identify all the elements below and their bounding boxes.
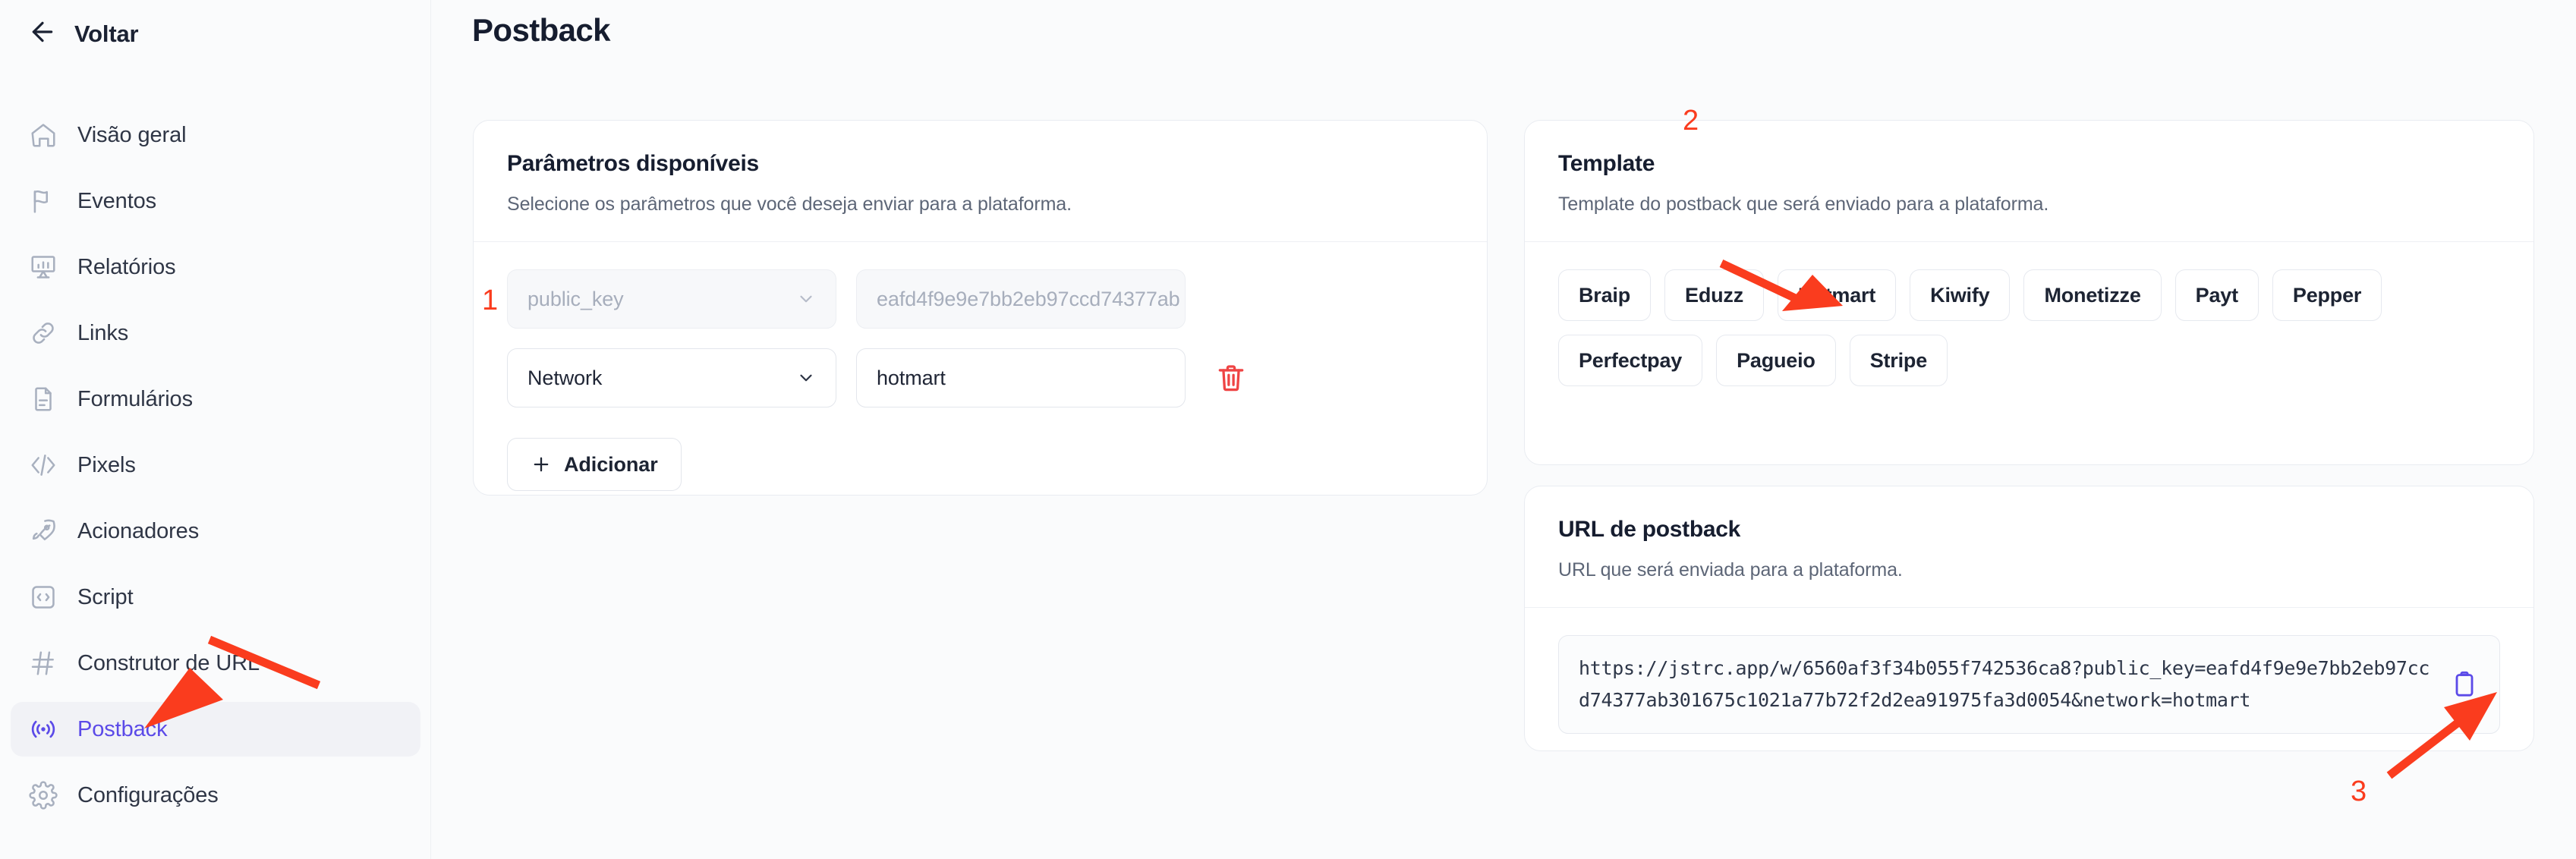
main-content: Postback Parâmetros disponíveis Selecion… bbox=[431, 0, 2576, 859]
app-root: Voltar Visão geral Eventos Relatórios Li… bbox=[0, 0, 2576, 859]
template-chip-hotmart[interactable]: Hotmart bbox=[1778, 269, 1897, 321]
template-chip-list: Braip Eduzz Hotmart Kiwify Monetizze Pay… bbox=[1558, 269, 2454, 386]
sidebar-item-label: Visão geral bbox=[77, 122, 187, 147]
sidebar-item-pixels[interactable]: Pixels bbox=[11, 438, 420, 492]
template-chip-monetizze[interactable]: Monetizze bbox=[2023, 269, 2162, 321]
back-button[interactable]: Voltar bbox=[27, 17, 139, 51]
sidebar-item-links[interactable]: Links bbox=[11, 306, 420, 360]
parameter-key-select[interactable]: Network bbox=[507, 348, 836, 407]
sidebar-item-label: Links bbox=[77, 320, 129, 345]
sidebar-item-script[interactable]: Script bbox=[11, 570, 420, 625]
gear-icon bbox=[29, 781, 58, 810]
plus-icon bbox=[531, 454, 552, 475]
card-header: URL de postback URL que será enviada par… bbox=[1525, 486, 2533, 608]
sidebar-item-visao-geral[interactable]: Visão geral bbox=[11, 108, 420, 162]
sidebar-item-label: Script bbox=[77, 584, 134, 609]
page-title: Postback bbox=[472, 12, 611, 48]
sidebar-item-eventos[interactable]: Eventos bbox=[11, 174, 420, 228]
parameter-value-input: eafd4f9e9e7bb2eb97ccd74377ab bbox=[856, 269, 1186, 329]
card-subtitle: Template do postback que será enviado pa… bbox=[1558, 194, 2049, 215]
postback-url-card: URL de postback URL que será enviada par… bbox=[1524, 486, 2534, 751]
available-parameters-card: Parâmetros disponíveis Selecione os parâ… bbox=[473, 120, 1488, 496]
sidebar-item-label: Construtor de URL bbox=[77, 650, 260, 675]
parameter-row: Network hotmart bbox=[507, 348, 1453, 407]
template-chip-payt[interactable]: Payt bbox=[2174, 269, 2259, 321]
flag-icon bbox=[29, 187, 58, 216]
card-title: Template bbox=[1558, 151, 1655, 176]
home-icon bbox=[29, 121, 58, 149]
parameter-value-text: hotmart bbox=[877, 366, 946, 389]
card-header: Template Template do postback que será e… bbox=[1525, 121, 2533, 242]
sidebar-item-construtor-de-url[interactable]: Construtor de URL bbox=[11, 636, 420, 691]
annotation-marker-2: 2 bbox=[1683, 105, 1699, 137]
template-chip-perfectpay[interactable]: Perfectpay bbox=[1558, 335, 1703, 386]
template-chip-kiwify[interactable]: Kiwify bbox=[1910, 269, 2011, 321]
postback-url-text: https://jstrc.app/w/6560af3f34b055f74253… bbox=[1579, 657, 2430, 711]
code-slash-icon bbox=[29, 451, 58, 480]
card-subtitle: Selecione os parâmetros que você deseja … bbox=[507, 194, 1072, 215]
card-title: URL de postback bbox=[1558, 517, 1740, 542]
card-subtitle: URL que será enviada para a plataforma. bbox=[1558, 559, 1903, 581]
add-parameter-button[interactable]: Adicionar bbox=[507, 438, 682, 491]
parameter-value-text: eafd4f9e9e7bb2eb97ccd74377ab bbox=[877, 287, 1180, 310]
chevron-down-icon bbox=[796, 289, 816, 309]
card-header: Parâmetros disponíveis Selecione os parâ… bbox=[474, 121, 1487, 242]
sidebar-nav: Visão geral Eventos Relatórios Links For… bbox=[11, 108, 420, 834]
sidebar-item-formularios[interactable]: Formulários bbox=[11, 372, 420, 426]
broadcast-icon bbox=[29, 715, 58, 744]
document-icon bbox=[29, 385, 58, 414]
sidebar-item-label: Formulários bbox=[77, 386, 193, 411]
presentation-chart-icon bbox=[29, 253, 58, 282]
sidebar-item-configuracoes[interactable]: Configurações bbox=[11, 768, 420, 823]
rocket-icon bbox=[29, 517, 58, 546]
annotation-marker-3: 3 bbox=[2351, 776, 2367, 807]
sidebar-item-label: Acionadores bbox=[77, 518, 200, 543]
sidebar-item-label: Eventos bbox=[77, 188, 157, 213]
code-box-icon bbox=[29, 583, 58, 612]
parameter-key-select: public_key bbox=[507, 269, 836, 329]
template-chip-braip[interactable]: Braip bbox=[1558, 269, 1652, 321]
card-body: public_key eafd4f9e9e7bb2eb97ccd74377ab … bbox=[474, 242, 1487, 521]
card-body: https://jstrc.app/w/6560af3f34b055f74253… bbox=[1525, 608, 2533, 764]
parameter-key-value: public_key bbox=[527, 287, 624, 310]
template-chip-stripe[interactable]: Stripe bbox=[1849, 335, 1948, 386]
add-parameter-label: Adicionar bbox=[564, 452, 658, 476]
back-label: Voltar bbox=[74, 20, 139, 47]
postback-url-box: https://jstrc.app/w/6560af3f34b055f74253… bbox=[1558, 635, 2500, 734]
annotation-marker-1: 1 bbox=[482, 285, 499, 316]
link-icon bbox=[29, 319, 58, 348]
delete-parameter-icon[interactable] bbox=[1214, 361, 1248, 395]
hash-icon bbox=[29, 649, 58, 678]
parameter-value-input[interactable]: hotmart bbox=[856, 348, 1186, 407]
card-title: Parâmetros disponíveis bbox=[507, 151, 759, 176]
sidebar-item-acionadores[interactable]: Acionadores bbox=[11, 504, 420, 559]
template-card: Template Template do postback que será e… bbox=[1524, 120, 2534, 465]
sidebar-item-label: Relatórios bbox=[77, 254, 176, 279]
sidebar-item-label: Configurações bbox=[77, 782, 219, 807]
parameter-key-value: Network bbox=[527, 366, 603, 389]
sidebar-item-label: Postback bbox=[77, 716, 168, 741]
clipboard-icon[interactable] bbox=[2449, 669, 2480, 700]
template-chip-pagueio[interactable]: Pagueio bbox=[1716, 335, 1836, 386]
arrow-left-icon bbox=[27, 17, 58, 51]
chevron-down-icon bbox=[796, 368, 816, 388]
sidebar-item-relatorios[interactable]: Relatórios bbox=[11, 240, 420, 294]
template-chip-eduzz[interactable]: Eduzz bbox=[1664, 269, 1765, 321]
sidebar-item-postback[interactable]: Postback bbox=[11, 702, 420, 757]
sidebar: Voltar Visão geral Eventos Relatórios Li… bbox=[0, 0, 431, 859]
parameter-row: public_key eafd4f9e9e7bb2eb97ccd74377ab bbox=[507, 269, 1453, 329]
template-chip-pepper[interactable]: Pepper bbox=[2272, 269, 2382, 321]
sidebar-item-label: Pixels bbox=[77, 452, 136, 477]
card-body: Braip Eduzz Hotmart Kiwify Monetizze Pay… bbox=[1525, 242, 2533, 417]
